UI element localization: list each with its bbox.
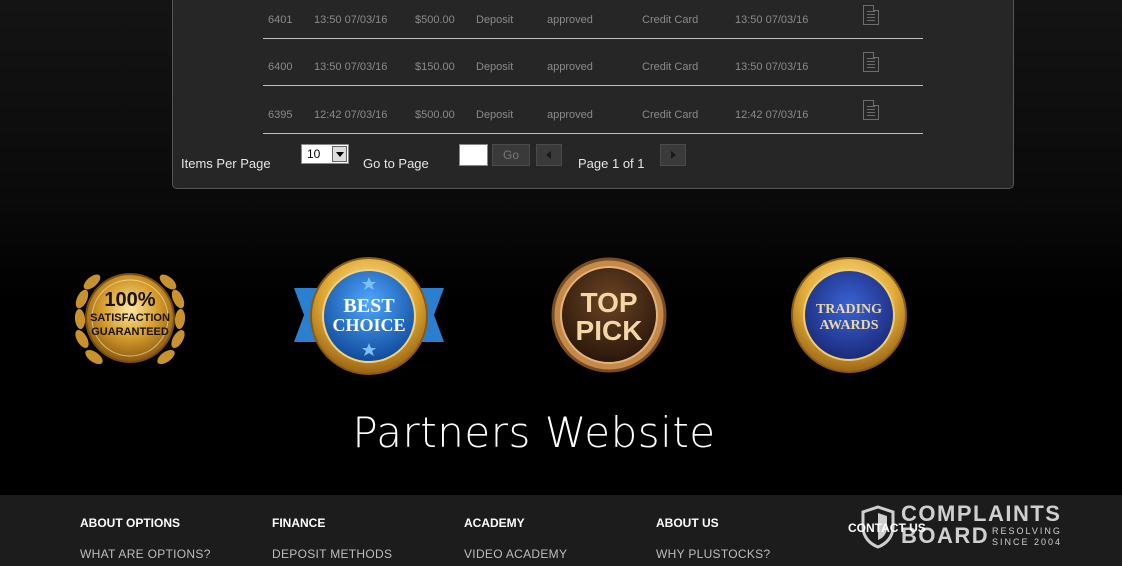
best-choice-badge: BEST CHOICE — [292, 254, 446, 378]
best-line1: BEST — [343, 295, 395, 317]
cell-type: Deposit — [476, 109, 514, 121]
cell-date: 12:42 07/03/16 — [735, 109, 809, 121]
satisfaction-guarantee-badge: 100% SATISFACTION GUARANTEED — [66, 261, 194, 379]
cell-status: approved — [547, 109, 593, 121]
footer-link-video-academy[interactable]: VIDEO ACADEMY — [464, 547, 567, 561]
top-pick-badge: TOP PICK — [550, 257, 670, 375]
document-icon[interactable] — [863, 100, 879, 120]
partners-website-heading: Partners Website — [352, 408, 716, 457]
table-row: 6395 12:42 07/03/16 $500.00 Deposit approved… — [263, 86, 923, 134]
footer-column-finance: FINANCE DEPOSIT METHODS — [272, 516, 392, 561]
document-icon[interactable] — [863, 5, 879, 25]
next-page-button[interactable] — [660, 144, 686, 166]
footer-link-why-plustocks[interactable]: WHY PLUSTOCKS? — [656, 547, 770, 561]
satisfaction-line1: 100% — [104, 289, 155, 311]
go-button[interactable]: Go — [492, 144, 530, 166]
transactions-panel: 6401 13:50 07/03/16 $500.00 Deposit approved… — [172, 0, 1014, 189]
pagination-bar: Items Per Page Go to Page Page 1 of 1 — [173, 146, 1013, 176]
footer-heading-contact-us[interactable]: CONTACT US — [848, 521, 926, 535]
footer-heading-academy: ACADEMY — [464, 516, 525, 530]
table-row: 6401 13:50 07/03/16 $500.00 Deposit approved… — [263, 0, 923, 39]
document-icon[interactable] — [863, 52, 879, 72]
go-to-page-input[interactable] — [459, 144, 488, 166]
cell-time: 12:42 07/03/16 — [314, 109, 388, 121]
page-info: Page 1 of 1 — [578, 156, 645, 171]
footer-column-about-options: ABOUT OPTIONS WHAT ARE OPTIONS? — [80, 516, 211, 561]
trading-line1: TRADING — [816, 302, 882, 317]
footer-link-deposit-methods[interactable]: DEPOSIT METHODS — [272, 547, 392, 561]
previous-page-button[interactable] — [536, 144, 562, 166]
footer-heading-finance: FINANCE — [272, 516, 326, 530]
items-per-page-label: Items Per Page — [181, 156, 271, 171]
watermark-tagline1: RESOLVING — [992, 526, 1062, 536]
satisfaction-line2: SATISFACTION — [90, 312, 170, 324]
triangle-right-icon — [671, 151, 676, 159]
items-per-page-value: 10 — [307, 147, 321, 161]
triangle-left-icon — [546, 151, 551, 159]
table-row: 6400 13:50 07/03/16 $150.00 Deposit approved… — [263, 38, 923, 86]
footer-heading-about-us: ABOUT US — [656, 516, 719, 530]
items-per-page-select[interactable]: 10 — [301, 144, 349, 164]
cell-id: 6395 — [268, 109, 293, 121]
top-line1: TOP — [580, 287, 637, 318]
trading-line2: AWARDS — [819, 318, 878, 333]
footer-column-about-us: ABOUT US WHY PLUSTOCKS? — [656, 516, 770, 561]
watermark-tagline2: SINCE 2004 — [992, 537, 1063, 547]
cell-method: Credit Card — [642, 109, 699, 121]
footer-link-what-are-options[interactable]: WHAT ARE OPTIONS? — [80, 547, 211, 561]
go-to-page-label: Go to Page — [363, 156, 429, 171]
footer-heading-about-options: ABOUT OPTIONS — [80, 516, 181, 530]
satisfaction-line3: GUARANTEED — [91, 326, 169, 338]
top-line2: PICK — [576, 315, 643, 346]
best-line2: CHOICE — [332, 315, 405, 335]
footer-column-academy: ACADEMY VIDEO ACADEMY — [464, 516, 567, 561]
chevron-down-icon[interactable] — [332, 146, 347, 162]
trading-awards-badge: TRADING AWARDS — [790, 257, 908, 373]
cell-amount: $500.00 — [415, 109, 455, 121]
